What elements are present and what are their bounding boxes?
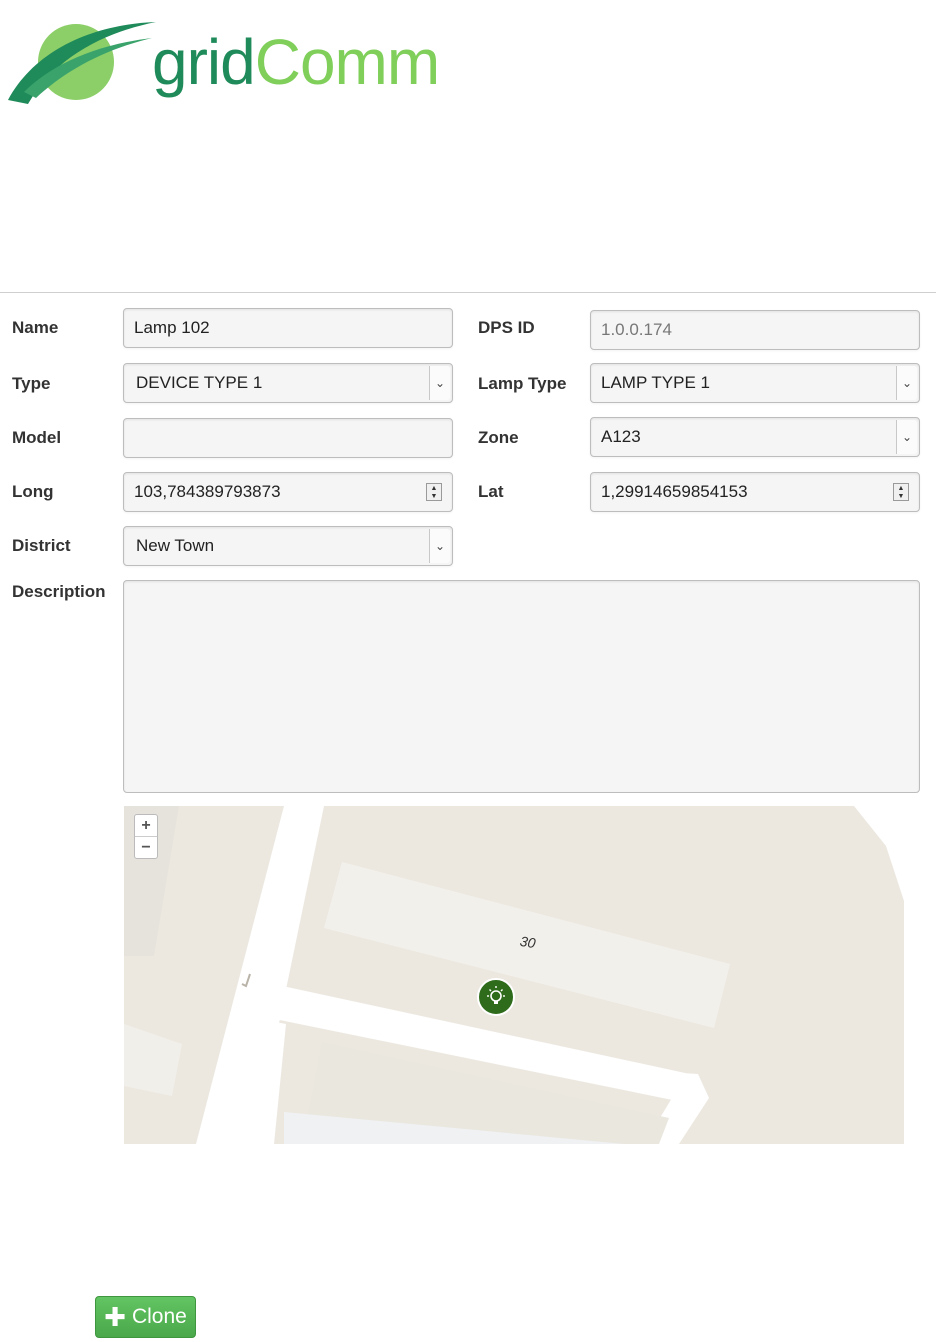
header-divider xyxy=(0,292,936,293)
lat-label: Lat xyxy=(478,482,504,501)
model-input[interactable] xyxy=(123,418,453,458)
location-map[interactable]: + − 30 xyxy=(124,806,904,1144)
brand-word-grid: grid xyxy=(152,26,256,98)
name-input-value: Lamp 102 xyxy=(134,318,210,337)
plus-icon: ✚ xyxy=(104,1302,126,1332)
map-zoom-control: + − xyxy=(134,814,158,859)
description-textarea[interactable] xyxy=(123,580,920,793)
brand-name: gridComm xyxy=(152,30,440,94)
spinner-arrows-icon[interactable]: ▲ ▼ xyxy=(893,483,909,501)
dps-id-input[interactable]: 1.0.0.174 xyxy=(590,310,920,350)
planet-swoosh-icon xyxy=(8,22,156,104)
dps-id-label: DPS ID xyxy=(478,318,535,337)
dps-id-value: 1.0.0.174 xyxy=(601,320,672,339)
chevron-down-icon[interactable]: ⌄ xyxy=(429,529,450,563)
district-select-value: New Town xyxy=(136,536,215,555)
long-input-value: 103,784389793873 xyxy=(134,482,281,501)
chevron-down-icon[interactable]: ⌄ xyxy=(896,420,917,454)
name-input[interactable]: Lamp 102 xyxy=(123,308,453,348)
zoom-out-button[interactable]: − xyxy=(135,836,157,858)
lat-number-input[interactable]: 1,29914659854153 ▲ ▼ xyxy=(590,472,920,512)
model-label: Model xyxy=(12,428,62,447)
map-building-label: 30 xyxy=(518,932,537,952)
type-select-value: DEVICE TYPE 1 xyxy=(136,373,263,392)
name-label: Name xyxy=(12,318,59,337)
lat-input-value: 1,29914659854153 xyxy=(601,482,748,501)
map-tiles xyxy=(124,806,904,1144)
lamp-type-label: Lamp Type xyxy=(478,374,567,393)
spinner-arrows-icon[interactable]: ▲ ▼ xyxy=(426,483,442,501)
lamp-marker-icon[interactable] xyxy=(477,978,515,1016)
zone-select-value: A123 xyxy=(601,427,641,446)
district-label: District xyxy=(12,536,71,555)
zone-label: Zone xyxy=(478,428,519,447)
lamp-type-select-value: LAMP TYPE 1 xyxy=(601,373,710,392)
zoom-in-button[interactable]: + xyxy=(135,815,157,836)
clone-button[interactable]: ✚ Clone xyxy=(95,1296,196,1338)
zone-select[interactable]: A123 ⌄ xyxy=(590,417,920,457)
clone-button-label: Clone xyxy=(131,1305,187,1328)
lightbulb-icon xyxy=(487,986,505,1004)
long-label: Long xyxy=(12,482,54,501)
type-label: Type xyxy=(12,374,51,393)
chevron-down-icon[interactable]: ⌄ xyxy=(896,366,917,400)
description-label: Description xyxy=(12,582,106,601)
lamp-type-select[interactable]: LAMP TYPE 1 ⌄ xyxy=(590,363,920,403)
gridcomm-logo: gridComm xyxy=(6,18,440,113)
chevron-down-icon[interactable]: ⌄ xyxy=(429,366,450,400)
long-number-input[interactable]: 103,784389793873 ▲ ▼ xyxy=(123,472,453,512)
type-select[interactable]: DEVICE TYPE 1 ⌄ xyxy=(123,363,453,403)
brand-word-comm: Comm xyxy=(254,26,440,98)
district-select[interactable]: New Town ⌄ xyxy=(123,526,453,566)
